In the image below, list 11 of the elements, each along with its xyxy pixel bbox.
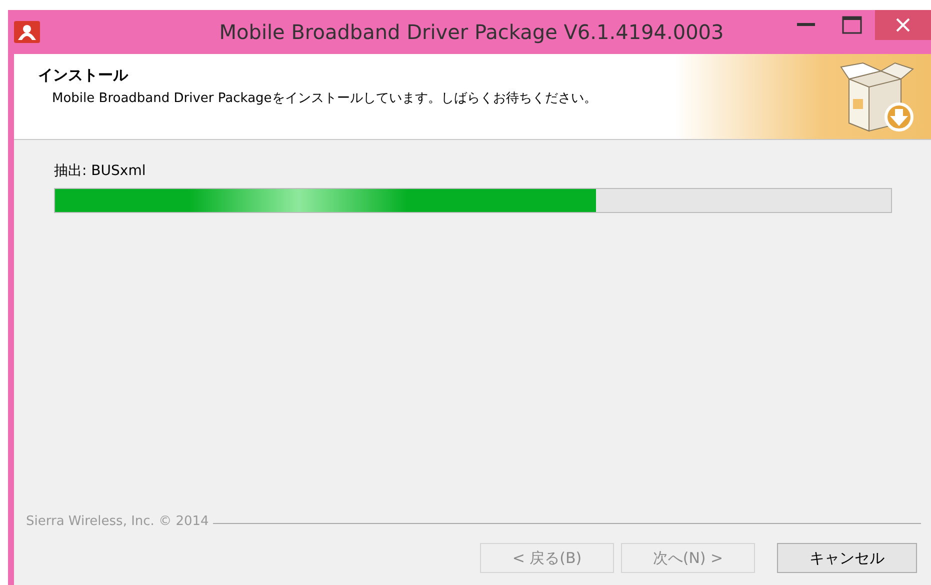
copyright-text: Sierra Wireless, Inc. © 2014 [26, 514, 209, 529]
close-button[interactable] [875, 10, 931, 40]
maximize-icon[interactable] [842, 16, 862, 34]
status-text: 抽出: BUSxml [54, 162, 147, 180]
close-icon [896, 18, 910, 32]
app-icon [14, 21, 40, 43]
window-title: Mobile Broadband Driver Package V6.1.4194.0003 [218, 20, 725, 44]
step-title: インストール [38, 66, 130, 85]
step-description: Mobile Broadband Driver Packageをインストールしています。しばらくお待ちください。 [52, 91, 598, 107]
cancel-button[interactable]: キャンセル [777, 543, 917, 573]
minimize-icon[interactable] [797, 23, 815, 27]
